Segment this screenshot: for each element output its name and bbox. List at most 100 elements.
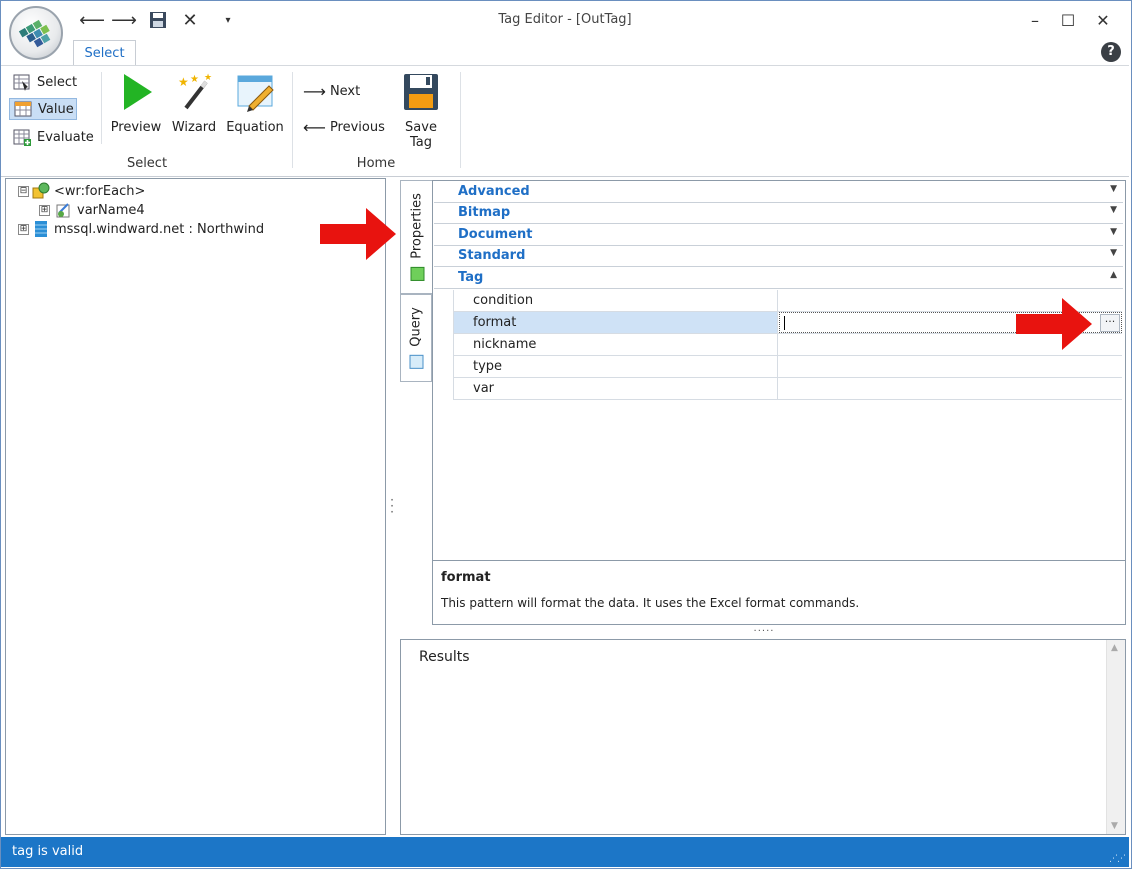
category-tag[interactable]: Tag ▲ [434,268,1123,289]
dropdown-caret-icon[interactable]: ▾ [216,8,240,32]
forward-arrow-icon[interactable]: ⟶ [111,8,137,32]
evaluate-mode-button[interactable]: Evaluate [9,126,95,148]
results-panel[interactable]: Results ▲ ▼ [400,639,1126,835]
evaluate-mode-label: Evaluate [37,129,94,145]
chevron-down-icon[interactable]: ▼ [1110,248,1117,258]
property-value-input[interactable] [779,356,1122,377]
select-grid-icon [13,74,30,91]
category-label: Document [458,227,533,242]
description-text: This pattern will format the data. It us… [441,596,860,610]
category-label: Tag [458,270,484,285]
svg-text:★: ★ [178,75,189,89]
property-grid[interactable]: Advanced ▼ Bitmap ▼ Document ▼ Standard … [432,180,1126,561]
expand-icon[interactable]: ⊞ [18,223,29,235]
equation-button[interactable]: Equation [226,72,284,135]
home-group-label: Home [356,156,396,171]
select-group-label: Select [126,156,168,171]
category-label: Standard [458,248,526,263]
help-icon[interactable]: ? [1101,42,1121,62]
property-indent-margin [434,290,454,400]
save-tag-button[interactable]: Save Tag [392,72,450,150]
wizard-button[interactable]: ★ ★ ★ Wizard [168,72,220,135]
close-window-button[interactable]: ✕ [1088,8,1118,32]
preview-button[interactable]: Preview [109,72,163,135]
property-name: format [453,312,778,333]
value-mode-button[interactable]: Value [9,98,77,120]
expand-icon[interactable]: ⊞ [39,204,50,216]
category-document[interactable]: Document ▼ [434,225,1123,246]
property-row-type[interactable]: type [453,356,1122,378]
save-disk-icon[interactable] [146,8,170,32]
ribbon-end-separator [460,72,461,168]
results-scrollbar[interactable]: ▲ ▼ [1106,640,1125,834]
equation-label: Equation [226,120,284,135]
collapse-icon[interactable]: ⊟ [18,185,29,197]
category-standard[interactable]: Standard ▼ [434,246,1123,267]
previous-button[interactable]: ⟵ Previous [303,116,385,138]
maximize-button[interactable]: ☐ [1053,8,1083,32]
foreach-node-icon [32,182,50,199]
preview-label: Preview [110,120,162,135]
query-tab-label: Query [409,307,424,369]
ribbon-group-separator [292,72,293,168]
close-x-icon[interactable]: ✕ [178,8,202,32]
property-name: nickname [453,334,778,355]
scroll-up-icon[interactable]: ▲ [1111,643,1118,653]
chevron-up-icon[interactable]: ▲ [1110,270,1117,280]
properties-grid-icon [409,266,424,281]
equation-pencil-icon [237,75,274,112]
chevron-down-icon[interactable]: ▼ [1110,205,1117,215]
next-arrow-icon: ⟶ [303,81,326,101]
property-name: condition [453,290,778,311]
save-tag-label: Save Tag [405,120,437,150]
data-tree-panel[interactable]: ⊟ <wr:forEach> ⊞ varName4 ⊞ mssql.windwa… [5,178,386,835]
properties-tab-label: Properties [409,193,424,281]
horizontal-splitter[interactable]: ····· [752,626,776,637]
minimize-button[interactable]: – [1020,8,1050,32]
evaluate-table-icon [13,129,31,146]
tree-node-datasource[interactable]: ⊞ mssql.windward.net : Northwind [18,220,264,238]
database-icon [35,221,47,237]
property-value-input[interactable] [779,378,1122,399]
previous-label: Previous [329,119,385,135]
status-text: tag is valid [12,844,84,859]
category-advanced[interactable]: Advanced ▼ [434,182,1123,203]
ellipsis-button[interactable]: ··· [1100,314,1120,332]
results-label: Results [419,649,470,665]
chevron-down-icon[interactable]: ▼ [1110,227,1117,237]
tab-query[interactable]: Query [400,294,432,382]
next-label: Next [329,83,361,99]
tab-select[interactable]: Select [73,40,136,66]
property-name: type [453,356,778,377]
previous-arrow-icon: ⟵ [303,117,326,137]
variable-node-icon [56,203,70,218]
category-bitmap[interactable]: Bitmap ▼ [434,203,1123,224]
save-tag-disk-icon [404,74,438,110]
chevron-down-icon[interactable]: ▼ [1110,184,1117,194]
svg-text:★: ★ [204,73,212,83]
category-label: Bitmap [458,205,511,220]
select-mode-label: Select [37,74,78,90]
play-icon [124,74,152,110]
svg-text:★: ★ [190,74,199,85]
description-title: format [441,570,491,585]
query-pencil-icon [409,354,423,369]
tab-properties[interactable]: Properties [400,180,432,294]
back-arrow-icon[interactable]: ⟵ [79,8,105,32]
title-bar: Tag Editor - [OutTag] [1,1,1129,41]
vertical-splitter[interactable]: · · · [389,494,395,518]
windward-logo-icon[interactable] [9,6,63,60]
scroll-down-icon[interactable]: ▼ [1111,821,1118,831]
select-mode-button[interactable]: Select [9,71,89,93]
tree-node-label: mssql.windward.net : Northwind [54,221,265,237]
text-cursor [784,316,785,330]
value-table-icon [14,101,32,117]
category-label: Advanced [458,184,530,199]
property-row-var[interactable]: var [453,378,1122,400]
next-button[interactable]: ⟶ Next [303,80,373,102]
resize-grip-icon[interactable]: ⋰⋰ [1109,854,1126,864]
property-name: var [453,378,778,399]
tree-node-foreach[interactable]: ⊟ <wr:forEach> [18,182,145,200]
tree-node-varname4[interactable]: ⊞ varName4 [39,201,145,219]
annotation-arrow-icon [1016,298,1092,350]
